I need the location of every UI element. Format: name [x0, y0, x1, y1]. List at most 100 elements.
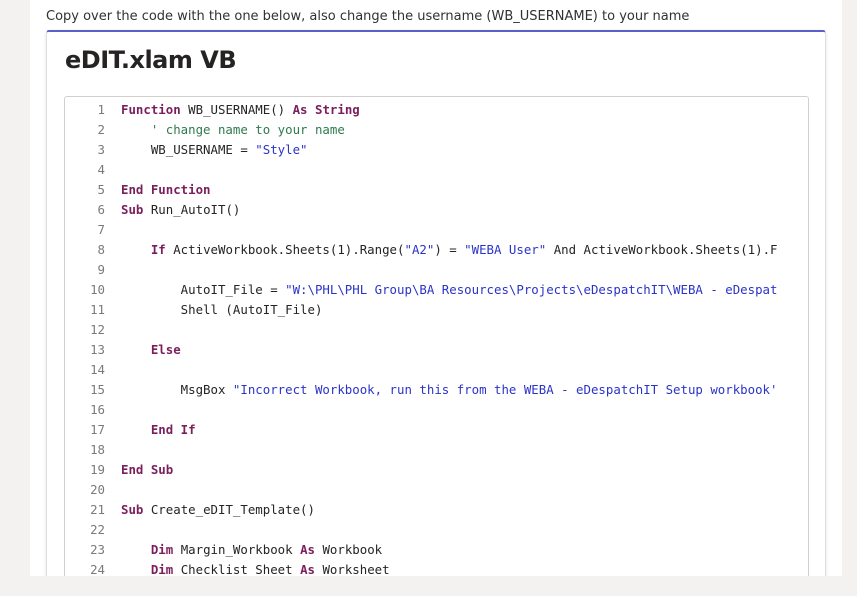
- code-line: 5 End Function: [65, 180, 808, 200]
- instruction-text: Copy over the code with the one below, a…: [46, 9, 690, 24]
- code-card: eDIT.xlam VB 1 Function WB_USERNAME() As …: [46, 30, 826, 593]
- code-token: As: [300, 542, 315, 557]
- code-token: Margin_Workbook: [173, 542, 301, 557]
- code-token: If: [150, 242, 166, 257]
- code-token: Run_AutoIT(): [143, 202, 241, 217]
- line-number: 14: [90, 362, 105, 377]
- line-number: 1: [97, 102, 105, 117]
- code-token: ' change name to your name: [121, 122, 345, 137]
- code-line: 2 ' change name to your name: [65, 120, 808, 140]
- code-token: End Sub: [121, 462, 174, 477]
- code-line: 14: [65, 360, 808, 380]
- code-line: 12: [65, 320, 808, 340]
- code-line: 1 Function WB_USERNAME() As String: [65, 100, 808, 120]
- code-token: Sub: [121, 202, 144, 217]
- code-token: Dim: [150, 542, 174, 557]
- card-title: eDIT.xlam VB: [65, 46, 237, 74]
- line-number: 19: [90, 462, 105, 477]
- code-token: String: [314, 102, 360, 117]
- code-line: 9: [65, 260, 808, 280]
- code-line: 3 WB_USERNAME = "Style": [65, 140, 808, 160]
- code-token: Create_eDIT_Template(): [143, 502, 315, 517]
- code-token: As: [292, 102, 308, 117]
- line-number: 20: [90, 482, 105, 497]
- line-number: 23: [90, 542, 105, 557]
- code-text: Sub Run_AutoIT(): [121, 200, 240, 220]
- line-number: 5: [97, 182, 105, 197]
- code-token: WB_USERNAME(): [180, 102, 293, 117]
- code-token: AutoIT_File =: [121, 282, 286, 297]
- line-number: 4: [97, 162, 105, 177]
- line-number: 15: [90, 382, 105, 397]
- code-text: End Sub: [121, 460, 173, 480]
- code-line: 4: [65, 160, 808, 180]
- code-text: WB_USERNAME = "Style": [121, 140, 308, 160]
- line-number: 9: [97, 262, 105, 277]
- code-line: 16: [65, 400, 808, 420]
- line-number: 6: [97, 202, 105, 217]
- code-lines: 1 Function WB_USERNAME() As String 2 ' cha…: [65, 100, 808, 580]
- code-line: 21 Sub Create_eDIT_Template(): [65, 500, 808, 520]
- line-number: 18: [90, 442, 105, 457]
- code-text: If ActiveWorkbook.Sheets(1).Range("A2") …: [121, 240, 778, 260]
- code-line: 6 Sub Run_AutoIT(): [65, 200, 808, 220]
- line-number: 8: [97, 242, 105, 257]
- code-token: WB_USERNAME =: [121, 142, 256, 157]
- code-line: 18: [65, 440, 808, 460]
- code-token: End Function: [121, 182, 211, 197]
- code-line: 20: [65, 480, 808, 500]
- code-token: Workbook: [314, 542, 383, 557]
- line-number: 22: [90, 522, 105, 537]
- code-line: 8 If ActiveWorkbook.Sheets(1).Range("A2"…: [65, 240, 808, 260]
- code-line: 22: [65, 520, 808, 540]
- line-number: 16: [90, 402, 105, 417]
- code-token: Checklist_Sheet: [173, 562, 301, 577]
- code-token: Worksheet: [314, 562, 390, 577]
- code-line: 7: [65, 220, 808, 240]
- code-text: Function WB_USERNAME() As String: [121, 100, 360, 120]
- code-token: "Incorrect Workbook, run this from the W…: [232, 382, 778, 397]
- line-number: 11: [90, 302, 105, 317]
- code-token: Sub: [121, 502, 144, 517]
- code-line: 19 End Sub: [65, 460, 808, 480]
- line-number: 10: [90, 282, 105, 297]
- code-line: 15 MsgBox "Incorrect Workbook, run this …: [65, 380, 808, 400]
- line-number: 2: [97, 122, 105, 137]
- code-text: MsgBox "Incorrect Workbook, run this fro…: [121, 380, 778, 400]
- line-number: 13: [90, 342, 105, 357]
- code-text: Dim Margin_Workbook As Workbook: [121, 540, 382, 560]
- code-text: Sub Create_eDIT_Template(): [121, 500, 315, 520]
- bottom-band: [0, 576, 857, 596]
- code-token: "Style": [255, 142, 308, 157]
- code-token: ActiveWorkbook.Sheets(1).Range(: [165, 242, 405, 257]
- code-line: 17 End If: [65, 420, 808, 440]
- code-text: ' change name to your name: [121, 120, 345, 140]
- line-number: 12: [90, 322, 105, 337]
- code-token: MsgBox: [121, 382, 233, 397]
- code-token: "WEBA User": [464, 242, 547, 257]
- code-token: Dim: [150, 562, 174, 577]
- code-token: ) =: [434, 242, 465, 257]
- code-line: 23 Dim Margin_Workbook As Workbook: [65, 540, 808, 560]
- code-token: Shell (AutoIT_File): [121, 302, 323, 317]
- line-number: 21: [90, 502, 105, 517]
- code-line: 11 Shell (AutoIT_File): [65, 300, 808, 320]
- line-number: 7: [97, 222, 105, 237]
- code-text: Else: [121, 340, 181, 360]
- code-line: 13 Else: [65, 340, 808, 360]
- code-text: Shell (AutoIT_File): [121, 300, 323, 320]
- code-token: End If: [121, 422, 196, 437]
- line-number: 17: [90, 422, 105, 437]
- code-text: End Function: [121, 180, 211, 200]
- code-text: End If: [121, 420, 196, 440]
- code-token: Else: [121, 342, 181, 357]
- code-token: Function: [121, 102, 181, 117]
- code-block[interactable]: 1 Function WB_USERNAME() As String 2 ' cha…: [64, 96, 809, 592]
- code-line: 10 AutoIT_File = "W:\PHL\PHL Group\BA Re…: [65, 280, 808, 300]
- code-token: As: [300, 562, 315, 577]
- code-token: "A2": [404, 242, 435, 257]
